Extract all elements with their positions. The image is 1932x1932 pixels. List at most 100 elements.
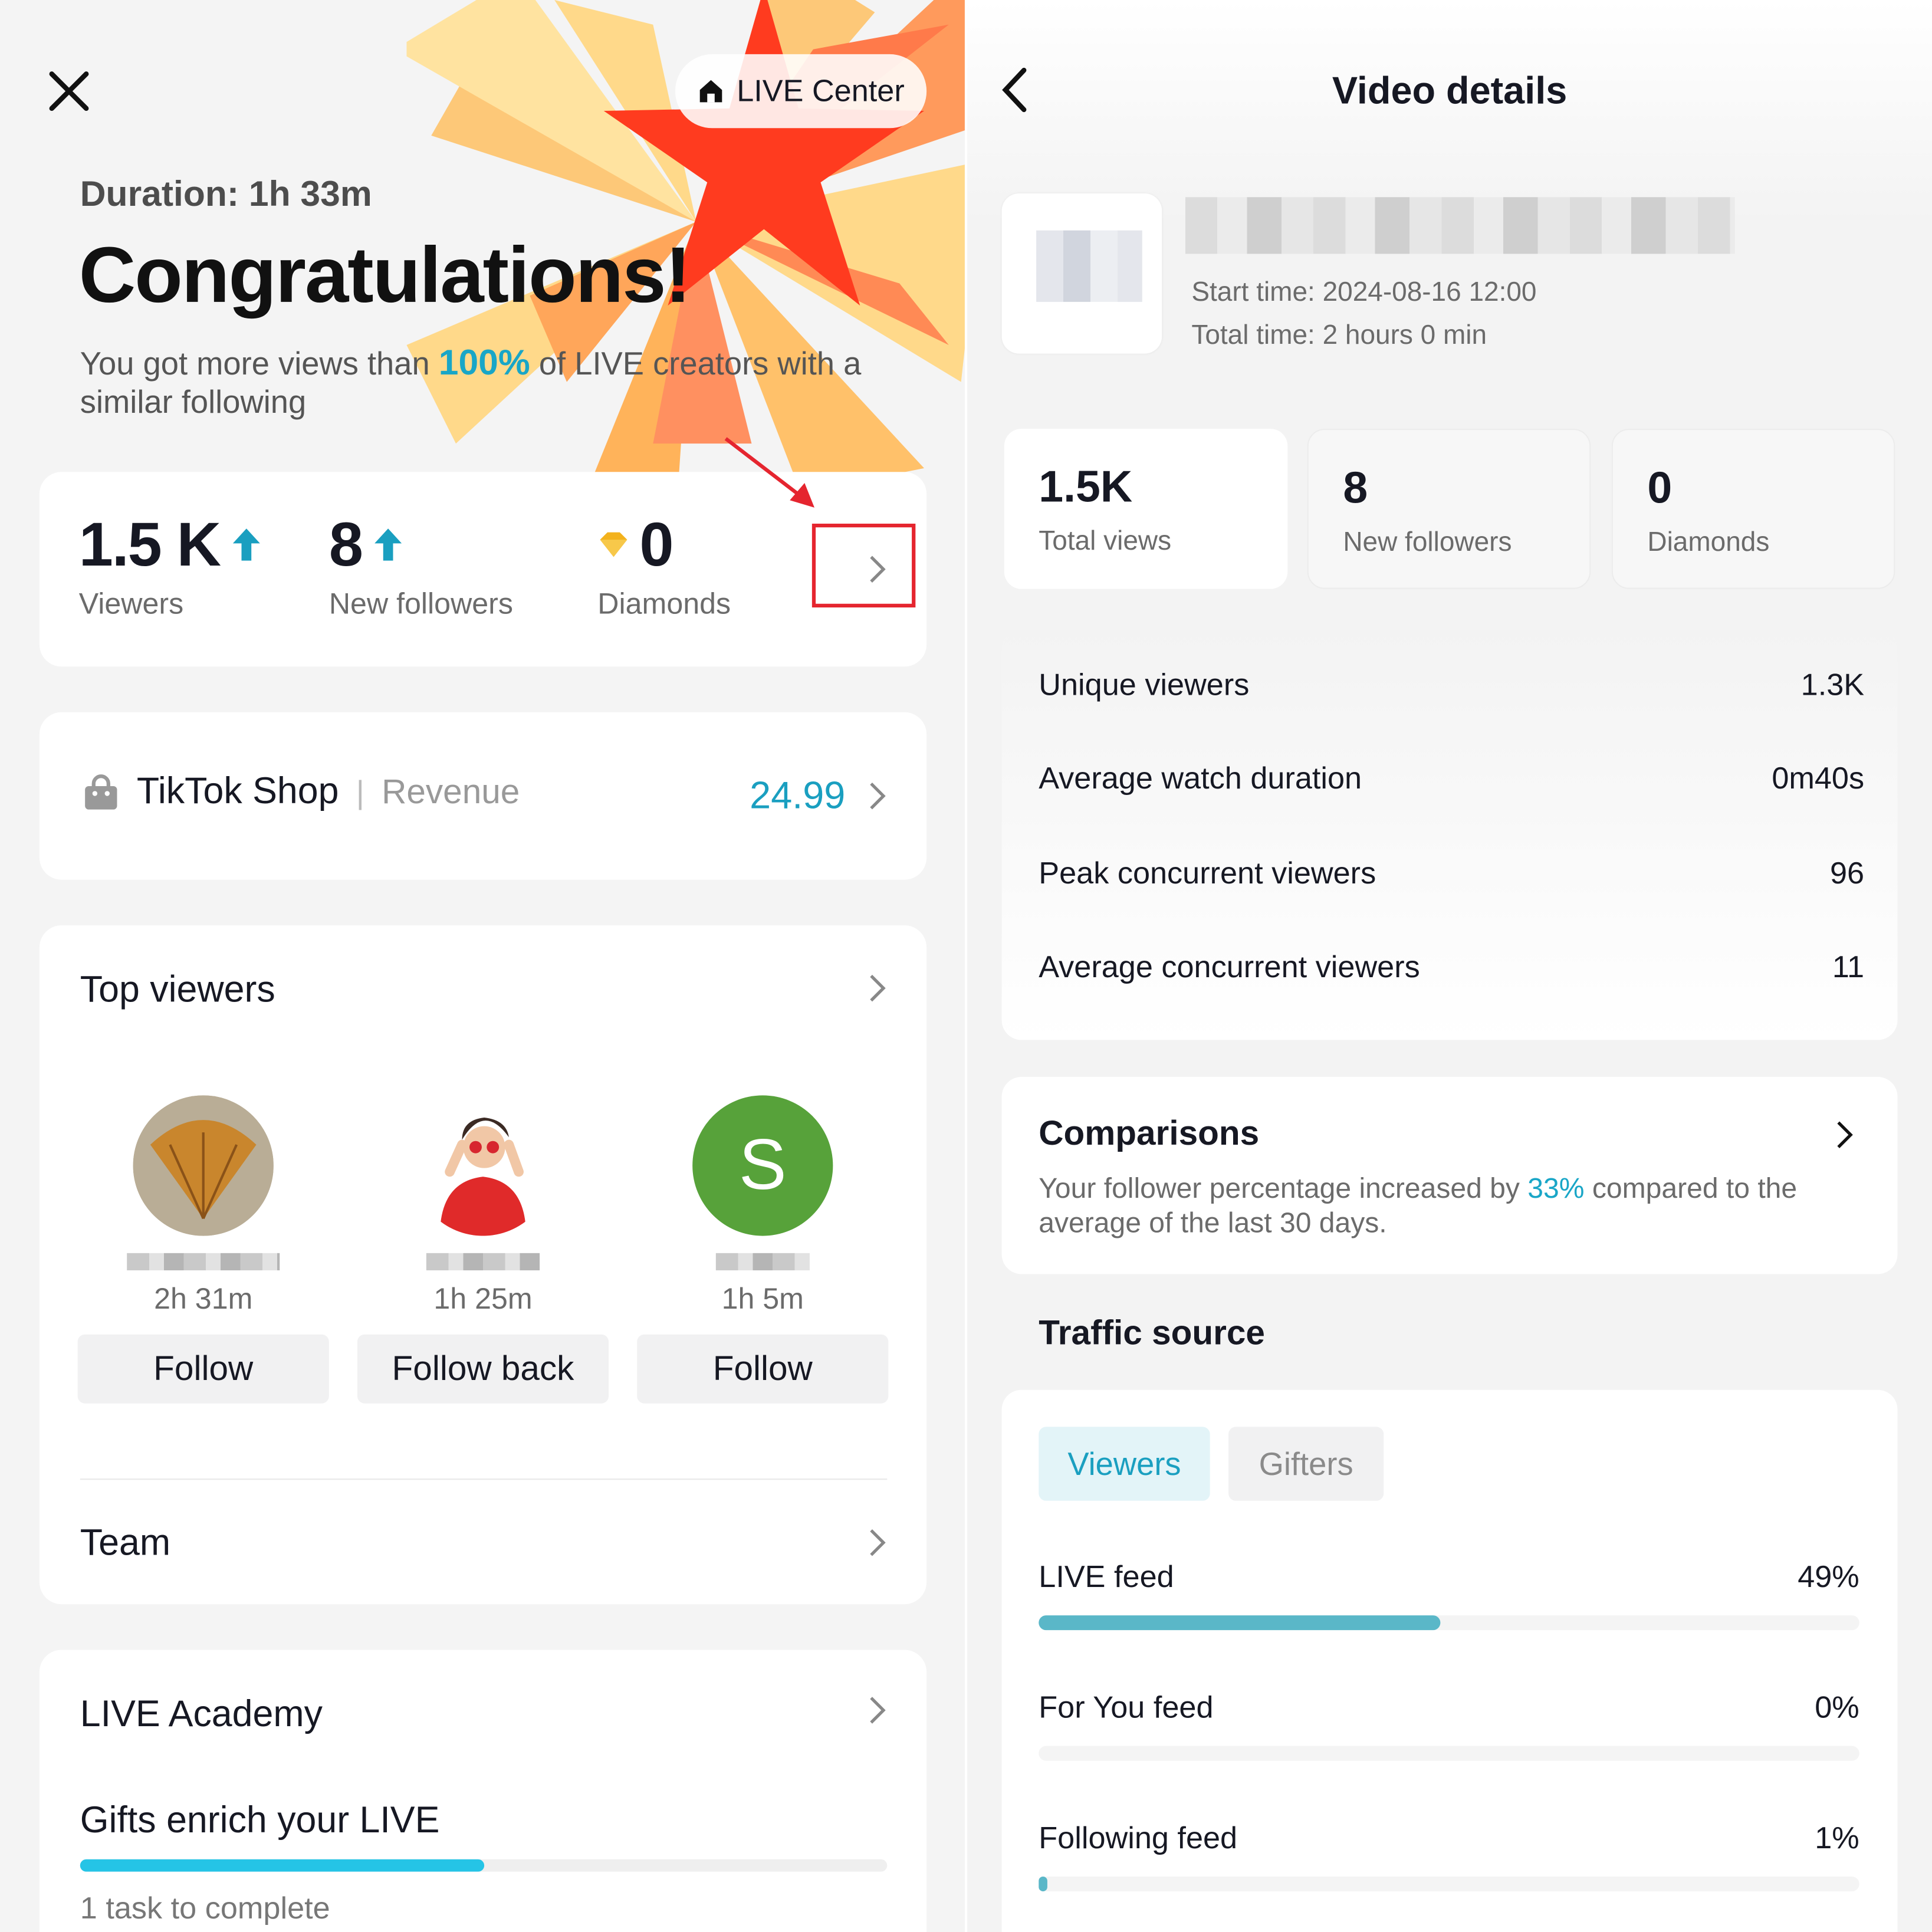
arrow-up-icon bbox=[374, 528, 402, 561]
viewers-value: 1.5 K bbox=[78, 510, 221, 579]
metric-row: Peak concurrent viewers 96 bbox=[1039, 856, 1864, 892]
top-viewer-item: S 1h 5m Follow bbox=[637, 1095, 889, 1404]
traffic-value: 0% bbox=[1815, 1690, 1859, 1726]
views-prefix: You got more views than bbox=[80, 345, 439, 382]
shop-separator: | bbox=[356, 773, 364, 810]
leaf-avatar-image bbox=[133, 1095, 274, 1236]
avatar[interactable] bbox=[133, 1095, 274, 1236]
traffic-value: 1% bbox=[1815, 1821, 1859, 1856]
metric-row: Average watch duration 0m40s bbox=[1039, 761, 1864, 797]
total-views-label: Total views bbox=[1039, 525, 1172, 556]
close-icon[interactable] bbox=[47, 69, 91, 113]
new-followers-label: New followers bbox=[328, 587, 513, 622]
video-thumbnail[interactable] bbox=[1001, 193, 1162, 354]
person-avatar-image bbox=[412, 1095, 554, 1236]
top-viewers-card: Top viewers 2h 31m Follow 1h 25m Follow … bbox=[39, 925, 927, 1605]
live-academy-title: LIVE Academy bbox=[80, 1694, 323, 1735]
details-highlight-box[interactable] bbox=[811, 523, 916, 608]
traffic-row: Following feed 1% bbox=[1039, 1821, 1859, 1857]
traffic-label: LIVE feed bbox=[1039, 1560, 1174, 1595]
new-followers-label: New followers bbox=[1343, 526, 1512, 557]
top-viewers-title: Top viewers bbox=[80, 970, 275, 1011]
live-academy-card[interactable]: LIVE Academy Gifts enrich your LIVE 1 ta… bbox=[39, 1650, 927, 1932]
tab-gifters[interactable]: Gifters bbox=[1228, 1427, 1384, 1501]
thumbnail-blurred bbox=[1036, 230, 1142, 302]
comparisons-prefix: Your follower percentage increased by bbox=[1039, 1171, 1528, 1204]
home-icon bbox=[699, 80, 722, 103]
screen: LIVE Center Duration: 1h 33m Congratulat… bbox=[0, 0, 1932, 1932]
views-comparison-text: You got more views than 100% of LIVE cre… bbox=[80, 343, 918, 422]
traffic-bar bbox=[1039, 1877, 1859, 1892]
traffic-bar-fill bbox=[1039, 1877, 1047, 1892]
watch-time: 1h 25m bbox=[433, 1282, 533, 1316]
traffic-row: LIVE feed 49% bbox=[1039, 1560, 1859, 1596]
traffic-label: Following feed bbox=[1039, 1821, 1238, 1856]
follow-button[interactable]: Follow bbox=[637, 1334, 889, 1404]
traffic-value: 49% bbox=[1798, 1560, 1859, 1595]
congratulations-heading: Congratulations! bbox=[78, 230, 691, 320]
total-views-value: 1.5K bbox=[1039, 461, 1133, 512]
stat-viewers: 1.5 K Viewers bbox=[79, 509, 262, 622]
divider bbox=[80, 1478, 888, 1480]
watch-time: 1h 5m bbox=[721, 1282, 804, 1316]
summary-total-views[interactable]: 1.5K Total views bbox=[1004, 429, 1288, 589]
new-followers-value: 8 bbox=[328, 510, 363, 579]
shop-title: TikTok Shop bbox=[136, 771, 339, 812]
tasks-remaining: 1 task to complete bbox=[80, 1891, 330, 1926]
shop-revenue-value: 24.99 bbox=[750, 774, 846, 817]
comparisons-text: Your follower percentage increased by 33… bbox=[1039, 1171, 1877, 1240]
chevron-right-icon[interactable] bbox=[868, 780, 887, 812]
stat-diamonds: 0 Diamonds bbox=[597, 509, 731, 622]
metric-label: Average watch duration bbox=[1039, 761, 1362, 796]
avatar[interactable] bbox=[412, 1095, 554, 1236]
live-summary-panel: LIVE Center Duration: 1h 33m Congratulat… bbox=[0, 0, 968, 1932]
arrow-up-icon bbox=[232, 528, 259, 561]
metric-row: Unique viewers 1.3K bbox=[1039, 668, 1864, 704]
live-duration: Duration: 1h 33m bbox=[80, 175, 372, 215]
avatar[interactable]: S bbox=[692, 1095, 833, 1236]
video-details-panel: Video details Start time: 2024-08-16 12:… bbox=[967, 0, 1932, 1932]
tiktok-shop-card[interactable]: TikTok Shop | Revenue 24.99 bbox=[39, 712, 927, 880]
diamonds-value: 0 bbox=[1647, 462, 1673, 513]
diamonds-label: Diamonds bbox=[597, 587, 731, 622]
metric-label: Peak concurrent viewers bbox=[1039, 856, 1376, 891]
summary-diamonds[interactable]: 0 Diamonds bbox=[1611, 429, 1895, 589]
academy-progress-fill bbox=[80, 1859, 484, 1872]
team-title[interactable]: Team bbox=[80, 1523, 170, 1565]
academy-task-title: Gifts enrich your LIVE bbox=[80, 1800, 440, 1841]
chevron-right-icon[interactable] bbox=[1835, 1119, 1854, 1151]
username-blurred bbox=[127, 1253, 280, 1271]
views-percentage: 100% bbox=[438, 343, 530, 383]
username-blurred bbox=[426, 1253, 540, 1271]
follow-back-button[interactable]: Follow back bbox=[357, 1334, 609, 1404]
traffic-bar bbox=[1039, 1746, 1859, 1761]
traffic-bar bbox=[1039, 1615, 1859, 1631]
metrics-card: Unique viewers 1.3K Average watch durati… bbox=[1001, 628, 1898, 1040]
traffic-source-card: Viewers Gifters LIVE feed 49% For You fe… bbox=[1001, 1389, 1898, 1932]
traffic-label: For You feed bbox=[1039, 1690, 1214, 1726]
diamond-icon bbox=[600, 532, 627, 557]
chevron-right-icon[interactable] bbox=[868, 1527, 887, 1559]
live-center-button[interactable]: LIVE Center bbox=[675, 54, 927, 129]
diamonds-label: Diamonds bbox=[1647, 526, 1770, 557]
traffic-bar-fill bbox=[1039, 1615, 1441, 1631]
tab-viewers[interactable]: Viewers bbox=[1039, 1427, 1210, 1501]
metric-value: 11 bbox=[1832, 949, 1865, 985]
shopping-bag-icon bbox=[85, 774, 117, 810]
metric-label: Average concurrent viewers bbox=[1039, 949, 1420, 985]
academy-progress-bar bbox=[80, 1859, 888, 1872]
chevron-right-icon[interactable] bbox=[868, 553, 887, 585]
summary-new-followers[interactable]: 8 New followers bbox=[1307, 429, 1591, 589]
chevron-right-icon[interactable] bbox=[868, 972, 887, 1004]
total-time: Total time: 2 hours 0 min bbox=[1191, 319, 1487, 350]
chevron-right-icon[interactable] bbox=[868, 1694, 887, 1726]
metric-row: Average concurrent viewers 11 bbox=[1039, 950, 1864, 986]
shop-row: TikTok Shop | Revenue bbox=[83, 771, 520, 813]
follow-button[interactable]: Follow bbox=[77, 1334, 329, 1404]
username-blurred bbox=[715, 1253, 810, 1271]
top-viewer-item: 1h 25m Follow back bbox=[357, 1095, 609, 1404]
annotation-arrow-icon bbox=[724, 437, 815, 508]
comparisons-card[interactable]: Comparisons Your follower percentage inc… bbox=[1001, 1077, 1898, 1274]
metric-value: 1.3K bbox=[1800, 668, 1865, 702]
start-time: Start time: 2024-08-16 12:00 bbox=[1191, 276, 1537, 307]
